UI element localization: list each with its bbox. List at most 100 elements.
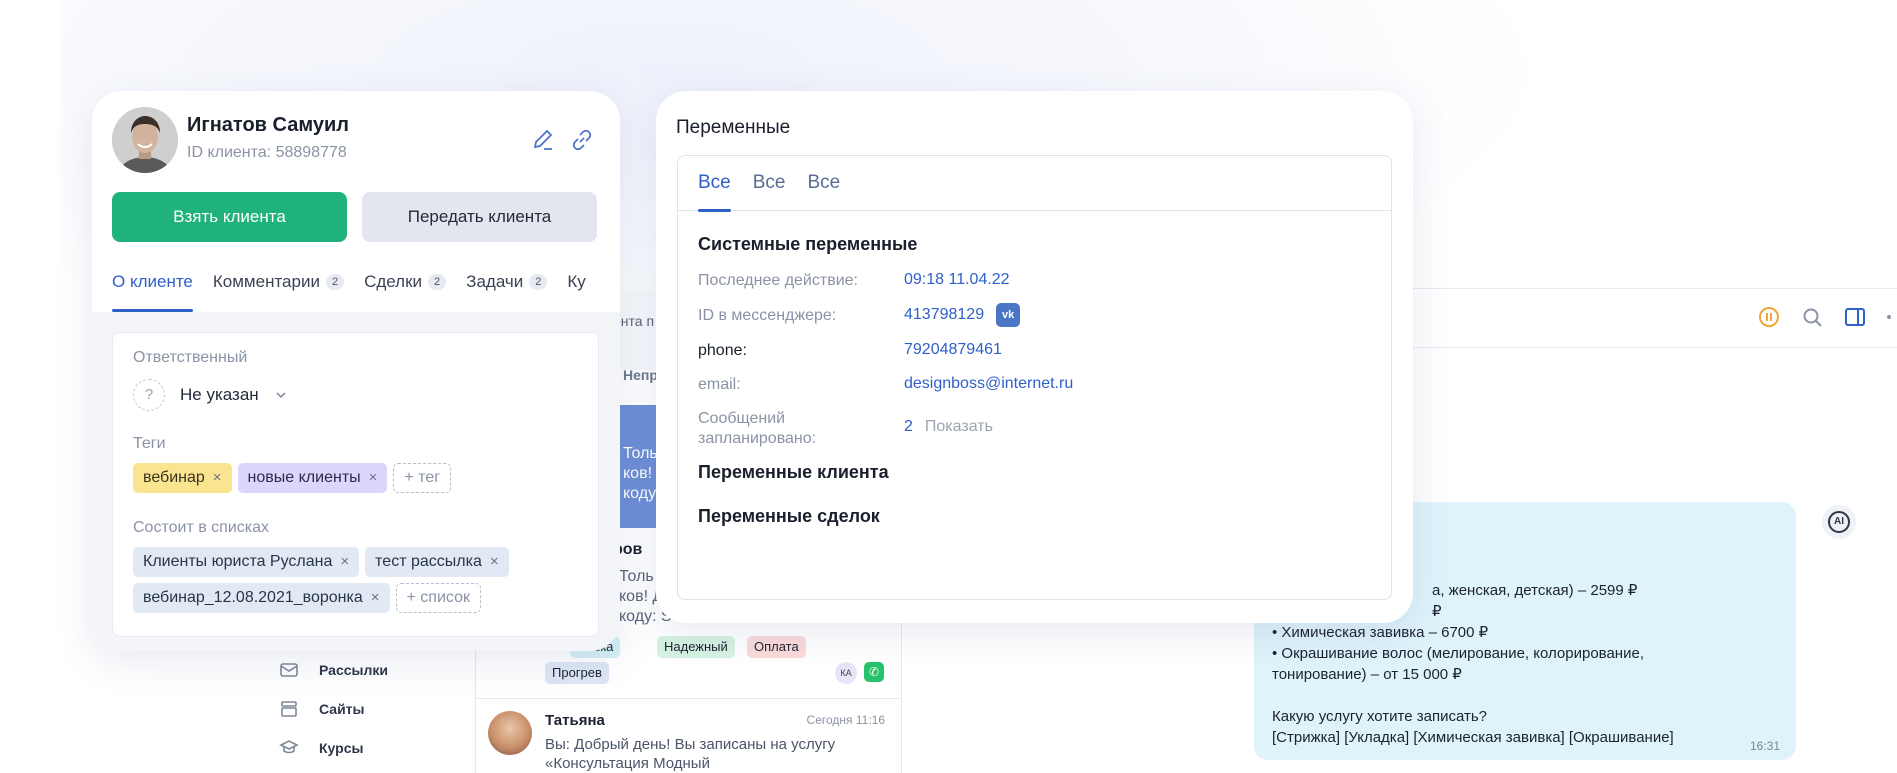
variable-key: phone:: [698, 342, 747, 359]
remove-icon[interactable]: ×: [213, 463, 222, 493]
unknown-user-icon: ?: [133, 379, 165, 411]
edit-icon[interactable]: [530, 127, 556, 153]
variables-panel: Переменные Все Все Все Системные перемен…: [656, 91, 1413, 623]
chat-time: Сегодня 11:16: [806, 713, 885, 727]
sidebar-item-sites[interactable]: Сайты: [279, 699, 365, 719]
deal-variables-heading[interactable]: Переменные сделок: [698, 506, 880, 527]
remove-icon[interactable]: ×: [490, 547, 499, 577]
variable-value: 09:18 11.04.22: [904, 271, 1010, 289]
responsible-select[interactable]: ? Не указан: [133, 379, 288, 411]
operator-avatar: КА: [835, 662, 857, 684]
tag-chip: новые клиенты ×: [237, 463, 388, 493]
system-variables-heading: Системные переменные: [698, 234, 918, 254]
tab-all-2[interactable]: Все: [753, 156, 786, 211]
chat-name: Татьяна: [545, 712, 605, 729]
variable-key: email:: [698, 376, 741, 393]
pass-client-button[interactable]: Передать клиента: [362, 192, 597, 242]
sidebar-item-mailings[interactable]: Рассылки: [279, 660, 388, 680]
add-tag-button[interactable]: + тег: [393, 463, 452, 493]
list-chip: тест рассылка ×: [365, 547, 509, 577]
remove-icon[interactable]: ×: [340, 547, 349, 577]
tags-label: Теги: [133, 435, 166, 452]
remove-icon[interactable]: ×: [369, 463, 378, 493]
ai-icon: AI: [1828, 511, 1850, 533]
tab-tasks[interactable]: Задачи 2: [466, 272, 548, 312]
sidebar-item-label: Сайты: [319, 701, 365, 717]
link-icon[interactable]: [569, 127, 595, 153]
list-label: Клиенты юриста Руслана: [143, 553, 333, 570]
responsible-value: Не указан: [180, 385, 259, 404]
chat-preview-line: Толь: [619, 568, 654, 585]
client-variables-heading[interactable]: Переменные клиента: [698, 462, 889, 483]
variable-value: 2 Показать: [904, 418, 993, 436]
tab-label: Сделки: [364, 272, 423, 291]
variable-key: ID в мессенджере:: [698, 307, 837, 324]
sites-icon: [281, 701, 297, 717]
search-icon[interactable]: [1800, 305, 1824, 329]
remove-icon[interactable]: ×: [371, 583, 380, 613]
tab-comments[interactable]: Комментарии 2: [213, 272, 345, 312]
client-id: ID клиента: 58898778: [187, 144, 347, 161]
card-text-line: коду:: [623, 485, 661, 502]
count-badge: 2: [529, 274, 548, 290]
tag-chip: Прогрев: [545, 662, 609, 684]
value-text: 413798129: [904, 306, 985, 323]
chat-preview: Вы: Добрый день! Вы записаны на услугу «…: [545, 736, 836, 772]
value-text: 79204879461: [904, 341, 1002, 358]
value-text: designboss@internet.ru: [904, 375, 1074, 392]
filter-partial-text: Непр: [623, 367, 658, 383]
pause-icon[interactable]: [1757, 305, 1781, 329]
list-label: вебинар_12.08.2021_воронка: [143, 589, 363, 606]
lists-label: Состоит в списках: [133, 519, 270, 536]
tab-about-client[interactable]: О клиенте: [112, 272, 193, 312]
variable-value: 413798129 vk: [904, 303, 1021, 327]
variable-value[interactable]: designboss@internet.ru: [904, 375, 1073, 393]
more-icon[interactable]: [1884, 305, 1897, 329]
list-chip: Клиенты юриста Руслана ×: [133, 547, 360, 577]
sidebar-item-courses[interactable]: Курсы: [279, 738, 363, 758]
card-text-line: Толь: [623, 445, 658, 462]
tag-label: вебинар: [143, 469, 205, 486]
client-name: Игнатов Самуил: [187, 114, 349, 136]
message-line: [1272, 685, 1742, 706]
tab-label: О клиенте: [112, 272, 193, 291]
variables-frame: Все Все Все Системные переменные Последн…: [677, 155, 1392, 600]
ai-button[interactable]: AI: [1822, 505, 1856, 539]
whatsapp-icon: ✆: [864, 662, 884, 682]
take-client-button[interactable]: Взять клиента: [112, 192, 347, 242]
list-chip: вебинар_12.08.2021_воронка ×: [133, 583, 390, 613]
message-line: [Стрижка] [Укладка] [Химическая завивка]…: [1272, 729, 1674, 746]
add-list-button[interactable]: + список: [395, 583, 481, 613]
client-info-card: Ответственный ? Не указан Теги вебинар ×…: [112, 332, 599, 637]
show-link[interactable]: Показать: [925, 418, 993, 436]
value-text: 2: [904, 418, 913, 435]
tab-label: Ку: [567, 272, 586, 291]
client-card: Игнатов Самуил ID клиента: 58898778 Взят…: [92, 91, 620, 651]
message-line: • Окрашивание волос (мелирование, колори…: [1272, 645, 1644, 662]
tab-all-3[interactable]: Все: [808, 156, 841, 211]
tag-label: новые клиенты: [247, 469, 361, 486]
count-badge: 2: [325, 274, 345, 290]
message-preview-card: Толь ков! Д коду:: [619, 405, 667, 528]
message-line: Какую услугу хотите записать?: [1272, 708, 1488, 725]
tab-label: Задачи: [466, 272, 524, 291]
variable-key: Последнее действие:: [698, 272, 858, 289]
tab-all-1[interactable]: Все: [698, 156, 731, 212]
sidebar-item-label: Рассылки: [319, 662, 388, 678]
client-tabs: О клиенте Комментарии 2 Сделки 2 Задачи …: [112, 272, 586, 314]
message-time: 16:31: [1750, 739, 1781, 753]
sidebar-item-label: Курсы: [319, 740, 364, 756]
list-label: тест рассылка: [375, 553, 482, 570]
value-text: 09:18 11.04.22: [904, 271, 1010, 288]
tab-courses[interactable]: Ку: [567, 272, 585, 312]
count-badge: 2: [428, 274, 447, 290]
chat-list-item[interactable]: Татьяна Сегодня 11:16 Вы: Добрый день! В…: [475, 698, 902, 773]
tab-deals[interactable]: Сделки 2: [364, 272, 447, 312]
tag-chip: Надежный: [657, 636, 735, 658]
panel-title: Переменные: [676, 117, 791, 138]
variable-key: Сообщений запланировано:: [698, 410, 817, 447]
variable-value[interactable]: 79204879461: [904, 341, 1002, 359]
courses-icon: [279, 740, 299, 754]
avatar: [488, 711, 532, 755]
side-panel-icon[interactable]: [1843, 305, 1867, 329]
